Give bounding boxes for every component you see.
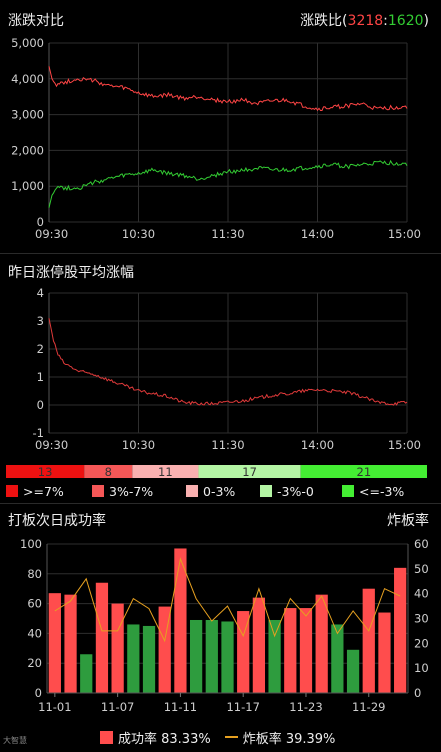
legend-swatch bbox=[342, 485, 354, 497]
logo-text: 大智慧 bbox=[3, 736, 27, 745]
legend-item: 0-3% bbox=[186, 483, 235, 499]
success-bar bbox=[299, 608, 313, 693]
distribution-count: 8 bbox=[105, 465, 112, 479]
success-bar bbox=[252, 597, 266, 693]
distribution-count: 17 bbox=[242, 465, 257, 479]
x-tick-label: 14:00 bbox=[301, 227, 334, 241]
x-tick-label: 10:30 bbox=[122, 438, 155, 452]
limit-up-avg-chart: 43210-109:30 10:30 11:30 14:00 15:00 bbox=[33, 286, 421, 452]
y2-tick-label: 20 bbox=[414, 636, 429, 650]
legend-item: -3%-0 bbox=[260, 483, 314, 499]
legend-swatch bbox=[92, 485, 104, 497]
success-bar bbox=[205, 619, 218, 693]
x-tick-label: 11-07 bbox=[101, 700, 134, 714]
x-tick-label: 11:30 bbox=[211, 227, 244, 241]
x-tick-label: 15:00 bbox=[388, 227, 421, 241]
y-tick-label: 1 bbox=[37, 370, 44, 384]
success-bar bbox=[127, 624, 140, 693]
x-tick-label: 11-29 bbox=[352, 700, 385, 714]
success-bar bbox=[284, 608, 297, 693]
y2-tick-label: 0 bbox=[414, 686, 421, 700]
success-bar bbox=[221, 621, 234, 693]
y-tick-label: 3,000 bbox=[11, 108, 44, 122]
x-tick-label: 11:30 bbox=[211, 438, 244, 452]
break-legend-label: 炸板率 39.39% bbox=[242, 731, 336, 747]
x-tick-label: 11-23 bbox=[289, 700, 322, 714]
y-tick-label: 100 bbox=[20, 537, 42, 551]
y2-tick-label: 50 bbox=[414, 562, 429, 576]
x-tick-label: 11-17 bbox=[226, 700, 259, 714]
legend-swatch bbox=[186, 485, 198, 497]
x-tick-label: 11-01 bbox=[38, 700, 71, 714]
y-tick-label: 0 bbox=[35, 686, 42, 700]
legend-item: <=-3% bbox=[342, 483, 404, 499]
legend-swatch bbox=[260, 485, 272, 497]
y-tick-label: 4,000 bbox=[11, 72, 44, 86]
break-swatch bbox=[224, 736, 238, 738]
x-tick-label: 10:30 bbox=[122, 227, 155, 241]
legend-label: -3%-0 bbox=[277, 483, 314, 499]
x-tick-label: 14:00 bbox=[301, 438, 334, 452]
success-bar bbox=[142, 625, 156, 693]
x-tick-label: 09:30 bbox=[35, 227, 68, 241]
success-bar bbox=[331, 624, 344, 693]
success-bar bbox=[378, 612, 391, 693]
y-tick-label: 2,000 bbox=[11, 143, 44, 157]
y-tick-label: 1,000 bbox=[11, 179, 44, 193]
legend-item: 3%-7% bbox=[92, 483, 153, 499]
success-rate-chart: 100806040200605040302010011-01 11-07 11-11… bbox=[20, 537, 429, 714]
distribution-count: 13 bbox=[38, 465, 53, 479]
distribution-count: 11 bbox=[158, 465, 173, 479]
x-tick-label: 09:30 bbox=[35, 438, 68, 452]
y2-tick-label: 30 bbox=[414, 612, 429, 626]
success-bar bbox=[80, 654, 93, 693]
y2-tick-label: 40 bbox=[414, 587, 429, 601]
legend-label: 3%-7% bbox=[109, 483, 154, 499]
panel-success-rate: 打板次日成功率 炸板率 100 80 60 40 20 0 60 50 40 30 20 10 0 11-… bbox=[0, 504, 441, 752]
y2-tick-label: 60 bbox=[414, 537, 429, 551]
legend-label: <=-3% bbox=[359, 483, 405, 499]
y-tick-label: 4 bbox=[37, 286, 44, 300]
legend-label: 0-3% bbox=[203, 483, 236, 499]
y-tick-label: 3 bbox=[37, 314, 44, 328]
distribution-legend: >=7% 3%-7% 0-3% -3%-0 <=-3% bbox=[6, 483, 441, 499]
y-tick-label: 2 bbox=[37, 342, 44, 356]
success-legend-label: 成功率 83.33% bbox=[118, 731, 211, 747]
panel-limit-up-avg: 昨日涨停股平均涨幅 4 3 2 1 0 -1 09:30 10:30 11:30 14:00 15:… bbox=[0, 254, 441, 462]
success-swatch bbox=[100, 730, 113, 744]
success-bar bbox=[95, 582, 109, 693]
success-bar bbox=[268, 619, 281, 693]
success-bar bbox=[189, 619, 203, 693]
up-down-chart: 5,0004,0003,0002,0001,000009:30 10:30 11:3… bbox=[11, 36, 421, 241]
y-tick-label: 5,000 bbox=[11, 36, 44, 50]
x-tick-label: 11-11 bbox=[164, 700, 197, 714]
success-bar bbox=[64, 594, 77, 693]
success-bar bbox=[315, 594, 328, 693]
legend-label: >=7% bbox=[23, 483, 64, 499]
y-tick-label: 60 bbox=[27, 597, 42, 611]
distribution-count: 21 bbox=[357, 465, 372, 479]
chart3-legend: 成功率 83.33% 炸板率 39.39% bbox=[100, 728, 336, 747]
success-bar bbox=[346, 649, 360, 693]
y-tick-label: 20 bbox=[27, 656, 42, 670]
app-logo: 大智慧 bbox=[3, 735, 27, 746]
success-bar bbox=[111, 603, 124, 693]
y-tick-label: 80 bbox=[27, 567, 42, 581]
success-bar bbox=[394, 567, 407, 693]
y2-tick-label: 10 bbox=[414, 661, 429, 675]
panel-up-down: 涨跌对比 涨跌比(3218:1620) 5,000 4,000 3,000 2,000… bbox=[0, 0, 441, 254]
legend-item: >=7% bbox=[6, 483, 64, 499]
y-tick-label: 0 bbox=[37, 398, 44, 412]
legend-swatch bbox=[6, 485, 18, 497]
distribution-bar: 13 8 11 17 21 bbox=[6, 465, 427, 479]
y-tick-label: 40 bbox=[27, 626, 42, 640]
success-bar bbox=[362, 588, 375, 693]
x-tick-label: 15:00 bbox=[388, 438, 421, 452]
